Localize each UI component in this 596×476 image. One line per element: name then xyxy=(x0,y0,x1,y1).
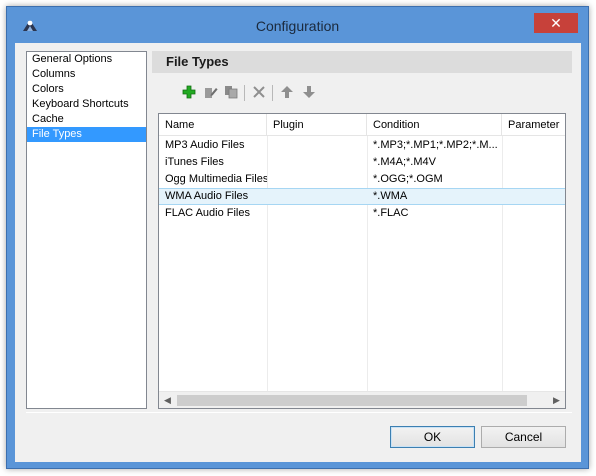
add-icon xyxy=(182,85,196,99)
column-header-condition[interactable]: Condition xyxy=(367,114,502,136)
button-divider xyxy=(26,412,572,413)
horizontal-scrollbar[interactable]: ◀ ▶ xyxy=(159,391,565,408)
cell-plugin xyxy=(267,171,367,188)
move-down-icon xyxy=(303,86,315,98)
sidebar-item-keyboard-shortcuts[interactable]: Keyboard Shortcuts xyxy=(27,97,146,112)
table-row[interactable]: Ogg Multimedia Files *.OGG;*.OGM xyxy=(159,171,565,188)
cell-plugin xyxy=(267,188,367,205)
sidebar-item-colors[interactable]: Colors xyxy=(27,82,146,97)
toolbar-separator xyxy=(272,85,273,101)
cell-condition: *.M4A;*.M4V xyxy=(373,156,436,168)
cell-plugin xyxy=(267,137,367,154)
delete-button[interactable] xyxy=(250,83,268,101)
dialog-body: General Options Columns Colors Keyboard … xyxy=(15,43,581,462)
cell-condition: *.FLAC xyxy=(373,207,409,219)
file-types-table: Name Plugin Condition Parameter MP3 Audi… xyxy=(158,113,566,409)
edit-button[interactable] xyxy=(202,83,220,101)
file-types-panel: File Types Name Plugin Condition Paramet… xyxy=(152,51,572,409)
table-row[interactable]: FLAC Audio Files *.FLAC xyxy=(159,205,565,222)
cell-parameter xyxy=(502,154,565,171)
scroll-right-icon[interactable]: ▶ xyxy=(548,392,565,408)
cell-plugin xyxy=(267,205,367,222)
cell-parameter xyxy=(502,171,565,188)
table-row-selected[interactable]: WMA Audio Files *.WMA xyxy=(159,188,565,205)
copy-icon xyxy=(225,86,238,99)
cell-condition: *.OGG;*.OGM xyxy=(373,173,443,185)
toolbar-separator xyxy=(244,85,245,101)
scroll-left-icon[interactable]: ◀ xyxy=(159,392,176,408)
column-header-parameter[interactable]: Parameter xyxy=(502,114,565,136)
cell-plugin xyxy=(267,154,367,171)
add-button[interactable] xyxy=(180,83,198,101)
sidebar-item-general-options[interactable]: General Options xyxy=(27,52,146,67)
sidebar-item-file-types[interactable]: File Types xyxy=(27,127,146,142)
ok-button[interactable]: OK xyxy=(390,426,475,448)
configuration-window: Configuration ✕ General Options Columns … xyxy=(6,6,589,469)
cell-condition: *.WMA xyxy=(373,190,408,202)
close-button[interactable]: ✕ xyxy=(534,13,578,33)
delete-icon xyxy=(253,86,265,98)
table-row[interactable]: MP3 Audio Files *.MP3;*.MP1;*.MP2;*.M... xyxy=(159,137,565,154)
edit-icon xyxy=(205,88,218,98)
panel-title: File Types xyxy=(152,51,572,73)
cell-name: iTunes Files xyxy=(165,156,224,168)
scrollbar-thumb[interactable] xyxy=(177,395,527,406)
column-header-name[interactable]: Name xyxy=(159,114,267,136)
close-icon: ✕ xyxy=(550,15,562,31)
window-title: Configuration xyxy=(255,18,340,34)
move-down-button[interactable] xyxy=(300,83,318,101)
title-bar[interactable]: Configuration ✕ xyxy=(7,7,588,43)
cell-parameter xyxy=(502,137,565,154)
table-header: Name Plugin Condition Parameter xyxy=(159,114,565,136)
category-list: General Options Columns Colors Keyboard … xyxy=(26,51,147,409)
move-up-button[interactable] xyxy=(278,83,296,101)
cell-condition: *.MP3;*.MP1;*.MP2;*.M... xyxy=(373,139,498,151)
table-row[interactable]: iTunes Files *.M4A;*.M4V xyxy=(159,154,565,171)
cell-name: FLAC Audio Files xyxy=(165,207,250,219)
sidebar-item-columns[interactable]: Columns xyxy=(27,67,146,82)
copy-button[interactable] xyxy=(222,83,240,101)
cell-parameter xyxy=(502,205,565,222)
sidebar-item-cache[interactable]: Cache xyxy=(27,112,146,127)
move-up-icon xyxy=(281,86,293,98)
cell-name: Ogg Multimedia Files xyxy=(165,173,267,185)
cell-name: WMA Audio Files xyxy=(165,190,249,202)
cell-parameter xyxy=(502,188,565,205)
cell-name: MP3 Audio Files xyxy=(165,139,245,151)
cancel-button[interactable]: Cancel xyxy=(481,426,566,448)
column-header-plugin[interactable]: Plugin xyxy=(267,114,367,136)
